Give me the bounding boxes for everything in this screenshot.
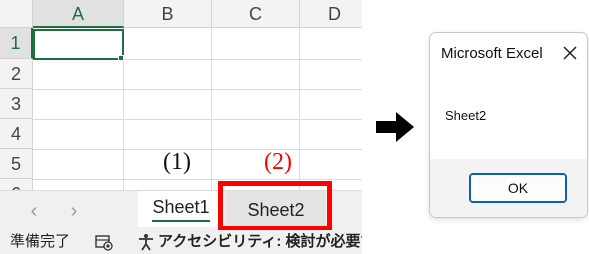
select-all-corner[interactable] <box>0 0 33 28</box>
accessibility-status-text[interactable]: アクセシビリティ: 検討が必要です <box>158 230 362 254</box>
sheet-tab-label: Sheet2 <box>247 200 305 220</box>
status-bar: 準備完了 アクセシビリティ: 検討が必要です <box>0 230 362 254</box>
grid-line <box>299 28 300 190</box>
chevron-left-icon[interactable]: ‹ <box>22 199 46 223</box>
dialog-message: Sheet2 <box>445 108 487 123</box>
sheet-tab-label: Sheet1 <box>152 197 210 222</box>
chevron-right-icon[interactable]: › <box>62 199 86 223</box>
dialog-title: Microsoft Excel <box>441 45 543 62</box>
marker-label-1: (1) <box>163 149 191 175</box>
row-header-5[interactable]: 5 <box>0 149 33 179</box>
selected-cell-a1[interactable] <box>33 29 124 60</box>
column-header-a[interactable]: A <box>33 0 124 28</box>
right-arrow-icon <box>376 112 414 142</box>
macro-recording-icon[interactable] <box>95 233 113 251</box>
grid-line <box>33 149 362 150</box>
sheet-tab-sheet2[interactable]: Sheet2 <box>226 191 326 227</box>
column-header-b[interactable]: B <box>124 0 212 28</box>
sheet-tab-bar: ‹ › Sheet1 Sheet2 <box>0 190 362 230</box>
fill-handle[interactable] <box>118 55 124 61</box>
row-header-3[interactable]: 3 <box>0 89 33 119</box>
marker-label-2: (2) <box>264 149 292 175</box>
column-header-d[interactable]: D <box>300 0 362 28</box>
grid-line <box>33 89 362 90</box>
row-header-4[interactable]: 4 <box>0 119 33 149</box>
sheet-tab-sheet1[interactable]: Sheet1 <box>138 191 224 227</box>
grid-line <box>33 119 362 120</box>
close-icon[interactable] <box>556 39 584 67</box>
ok-button[interactable]: OK <box>469 173 567 203</box>
accessibility-icon[interactable] <box>137 233 155 251</box>
dialog-footer: OK <box>430 159 587 217</box>
excel-window: A B C D 1 2 3 4 5 6 (1) (2) ‹ › Sheet1 S… <box>0 0 362 254</box>
row-header-2[interactable]: 2 <box>0 59 33 89</box>
message-box-dialog: Microsoft Excel Sheet2 OK <box>429 32 588 218</box>
grid-line <box>211 28 212 190</box>
grid-line <box>33 179 362 180</box>
row-header-1[interactable]: 1 <box>0 28 33 59</box>
column-header-c[interactable]: C <box>212 0 300 28</box>
status-ready-text: 準備完了 <box>10 233 71 250</box>
